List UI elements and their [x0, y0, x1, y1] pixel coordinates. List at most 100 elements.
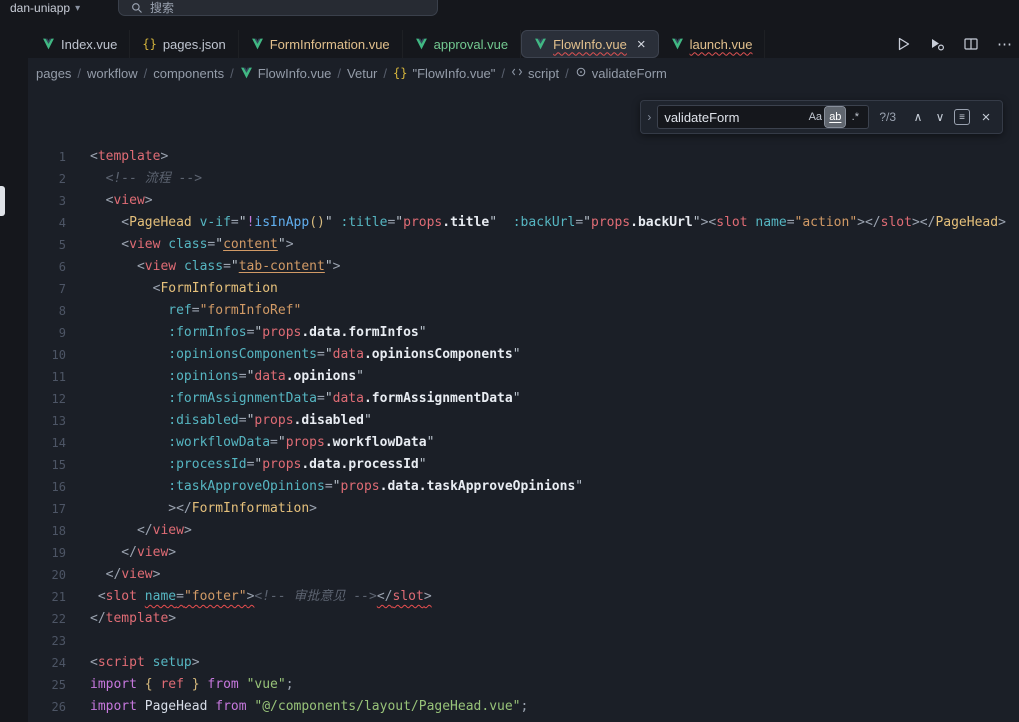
code-token: " [419, 325, 427, 340]
tab-launch.vue[interactable]: launch.vue [659, 30, 766, 58]
code-token: = [325, 479, 333, 494]
vue-icon [671, 38, 684, 50]
code-token: :backUrl [513, 215, 576, 230]
breadcrumb-item-workflow[interactable]: workflow [87, 66, 138, 81]
line-number: 13 [28, 410, 66, 432]
code-token [497, 215, 513, 230]
code-text: <!-- 流程 --> [66, 168, 202, 190]
editor-pane[interactable]: › Aa ab .* ?/3 ∧ ∨ ≡ × 1<template>2 <!--… [28, 88, 1019, 722]
breadcrumb-label: "FlowInfo.vue" [412, 66, 495, 81]
code-token [145, 655, 153, 670]
code-token: < [90, 215, 129, 230]
match-case-button[interactable]: Aa [805, 107, 825, 127]
tab-pages.json[interactable]: {}pages.json [130, 30, 238, 58]
code-line: 20 </view> [28, 564, 1019, 586]
close-find-button[interactable]: × [976, 107, 996, 127]
code-area[interactable]: 1<template>2 <!-- 流程 -->3 <view>4 <PageH… [28, 88, 1019, 718]
code-token: > [153, 567, 161, 582]
code-token: view [137, 545, 168, 560]
code-token: props [286, 435, 325, 450]
title-bar: dan-uniapp ▾ 搜索 [0, 0, 1019, 30]
whole-word-button[interactable]: ab [825, 107, 845, 127]
line-number: 17 [28, 498, 66, 520]
code-token: .data.formInfos [301, 325, 418, 340]
code-line: 19 </view> [28, 542, 1019, 564]
code-token: data [333, 391, 364, 406]
next-match-button[interactable]: ∨ [930, 107, 950, 127]
code-token: :title [341, 215, 388, 230]
code-token [90, 325, 168, 340]
code-token: tab-content [239, 259, 325, 274]
code-token: > [286, 237, 294, 252]
breadcrumb-item-pages[interactable]: pages [36, 66, 71, 81]
run-icon[interactable] [895, 36, 911, 52]
breadcrumb-item-validateForm[interactable]: validateForm [575, 66, 667, 81]
tab-bar: Index.vue{}pages.jsonFormInformation.vue… [0, 30, 1019, 58]
close-icon[interactable]: × [637, 36, 646, 53]
breadcrumb-item-Vetur[interactable]: Vetur [347, 66, 377, 81]
code-token: .backUrl [630, 215, 693, 230]
code-token: :taskApproveOpinions [168, 479, 325, 494]
code-token: ; [286, 677, 294, 692]
code-line: 21 <slot name="footer"><!-- 审批意见 --></sl… [28, 586, 1019, 608]
toggle-replace-button[interactable]: › [641, 101, 657, 133]
code-token: :disabled [168, 413, 238, 428]
code-token: setup [153, 655, 192, 670]
code-token: " [278, 237, 286, 252]
chevron-down-icon[interactable]: ▾ [75, 3, 80, 14]
tab-approval.vue[interactable]: approval.vue [403, 30, 521, 58]
more-actions-icon[interactable]: ⋯ [997, 35, 1013, 53]
breadcrumb-item-components[interactable]: components [153, 66, 224, 81]
line-number: 5 [28, 234, 66, 256]
code-token: view [145, 259, 176, 274]
breadcrumb-separator: / [501, 66, 505, 81]
split-editor-icon[interactable] [963, 36, 979, 52]
find-input[interactable] [664, 110, 805, 125]
code-line: 3 <view> [28, 190, 1019, 212]
code-text: <PageHead v-if="!isInApp()" :title="prop… [66, 212, 1006, 234]
code-token: import [90, 677, 137, 692]
code-token: .data.taskApproveOpinions [380, 479, 576, 494]
run-or-debug-icon[interactable] [929, 36, 945, 52]
code-token: props [403, 215, 442, 230]
command-center-search[interactable]: 搜索 [118, 0, 438, 16]
vue-icon [42, 38, 55, 50]
tab-Index.vue[interactable]: Index.vue [30, 30, 130, 58]
tab-FormInformation.vue[interactable]: FormInformation.vue [239, 30, 403, 58]
code-token: { [145, 677, 153, 692]
breadcrumb-label: components [153, 66, 224, 81]
breadcrumb-separator: / [337, 66, 341, 81]
code-token: view [121, 567, 152, 582]
code-token: > [168, 545, 176, 560]
code-token: "formInfoRef" [200, 303, 302, 318]
code-token: slot [393, 589, 424, 604]
code-token: name [145, 589, 176, 604]
code-token: " [419, 457, 427, 472]
regex-button[interactable]: .* [845, 107, 865, 127]
breadcrumb-item-script[interactable]: script [511, 66, 559, 81]
code-token [137, 699, 145, 714]
code-token: >< [701, 215, 717, 230]
tab-FlowInfo.vue[interactable]: FlowInfo.vue× [521, 30, 658, 58]
breadcrumb-item-FlowInfo.vue[interactable]: {}"FlowInfo.vue" [393, 66, 495, 81]
code-text [66, 630, 90, 652]
code-text: </view> [66, 520, 192, 542]
code-token: = [231, 215, 239, 230]
code-token: PageHead [129, 215, 192, 230]
code-token: "@/components/layout/PageHead.vue" [254, 699, 520, 714]
code-token: data [333, 347, 364, 362]
line-number: 1 [28, 146, 66, 168]
breadcrumb-item-FlowInfo.vue[interactable]: FlowInfo.vue [240, 66, 332, 81]
find-in-selection-button[interactable]: ≡ [954, 109, 970, 125]
find-results-count: ?/3 [879, 110, 896, 124]
code-token: import [90, 699, 137, 714]
tab-list: Index.vue{}pages.jsonFormInformation.vue… [30, 30, 765, 58]
previous-match-button[interactable]: ∧ [908, 107, 928, 127]
code-token: < [90, 149, 98, 164]
code-token: < [90, 237, 129, 252]
code-text: <template> [66, 146, 168, 168]
code-token: " [513, 347, 521, 362]
tab-label: launch.vue [690, 37, 753, 52]
code-token: slot [716, 215, 747, 230]
code-text: :taskApproveOpinions="props.data.taskApp… [66, 476, 583, 498]
